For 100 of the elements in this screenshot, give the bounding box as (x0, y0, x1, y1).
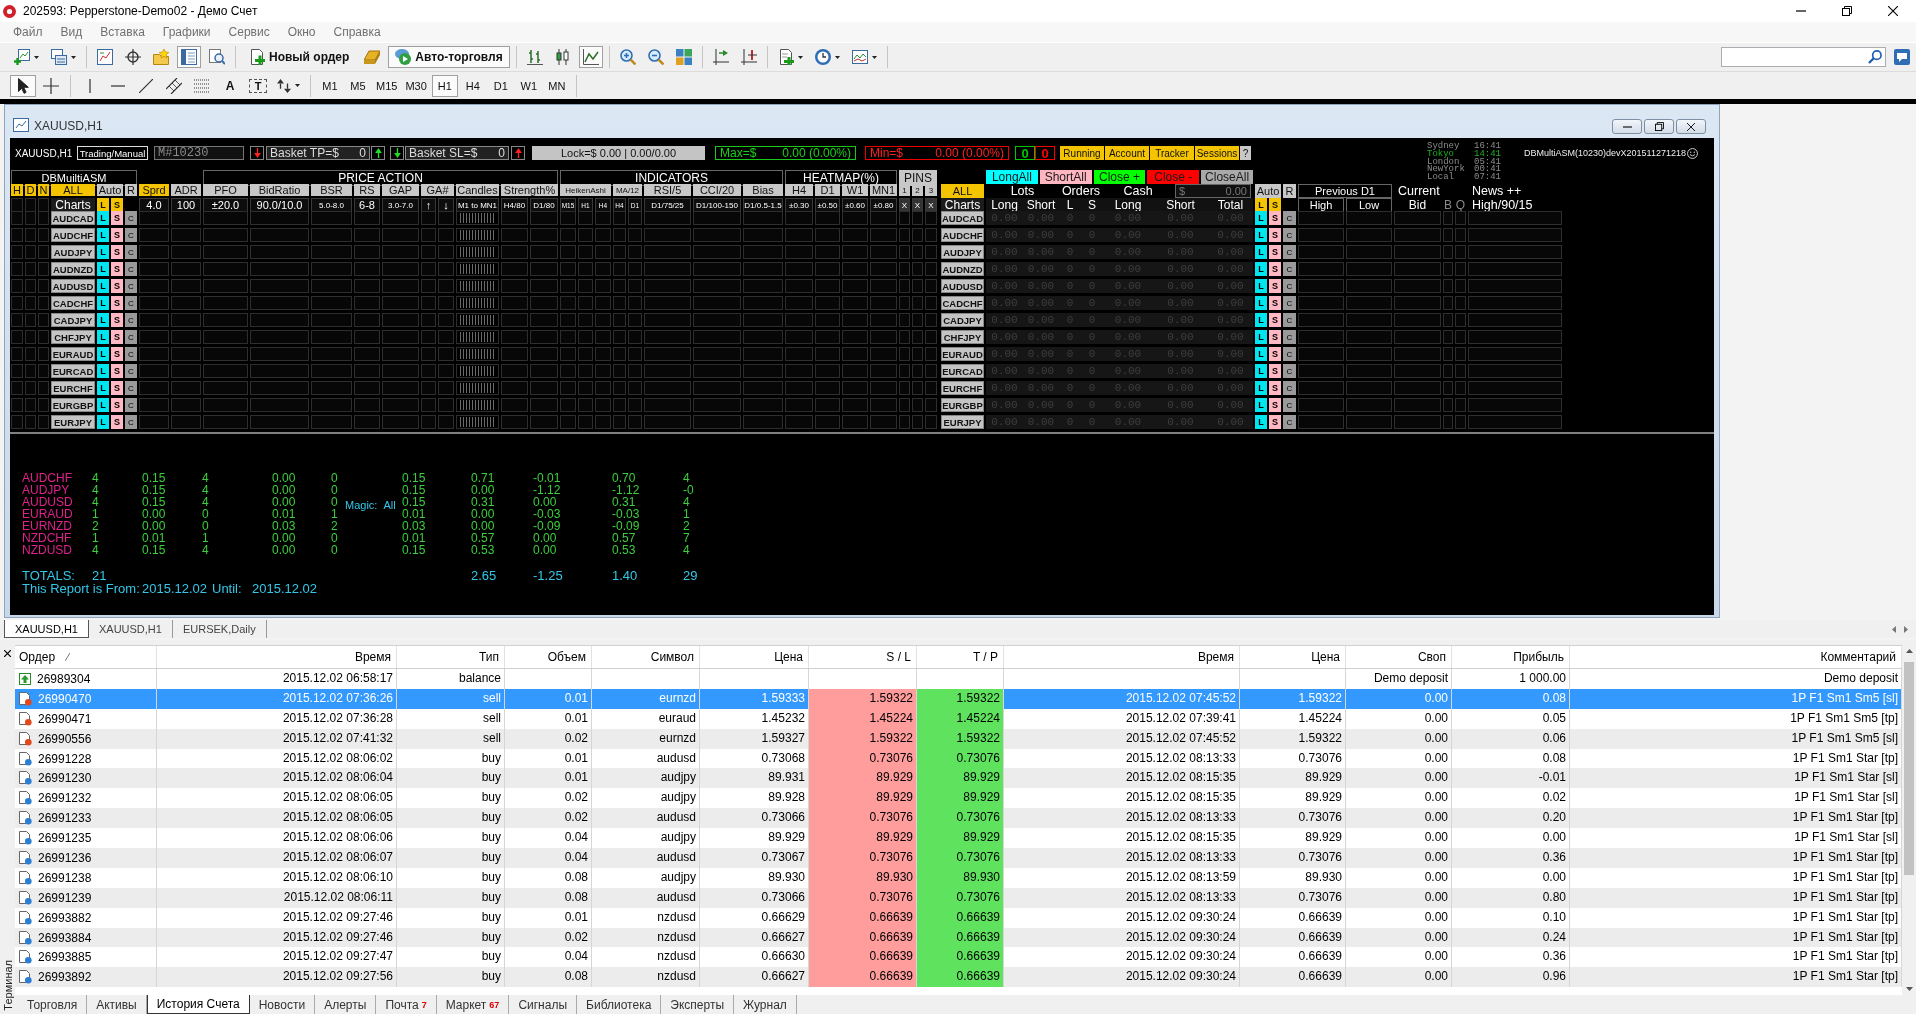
action-button[interactable]: LongAll (986, 170, 1038, 184)
arrow-button[interactable] (390, 146, 404, 160)
filter-button[interactable]: H4 (785, 184, 813, 196)
toolbar-button[interactable]: MN (543, 74, 570, 97)
trade-button[interactable]: S (1269, 398, 1281, 412)
basket-tp-field[interactable]: Basket TP=$ 0 (266, 146, 370, 160)
trade-button[interactable]: L (97, 228, 109, 242)
trade-button[interactable]: L (97, 330, 109, 344)
toolbar-button[interactable]: D1 (487, 74, 514, 97)
trade-button[interactable]: L (1255, 296, 1267, 310)
trade-button[interactable]: C (125, 415, 137, 429)
close-button[interactable] (1676, 119, 1706, 134)
symbol-button[interactable]: CHFJPY (51, 330, 95, 344)
symbol-button[interactable]: EURJPY (941, 415, 984, 429)
column-header[interactable]: S / L (809, 646, 917, 668)
trade-button[interactable]: S (1269, 415, 1281, 429)
trade-button[interactable]: S (111, 415, 123, 429)
action-button[interactable]: Close + (1093, 170, 1146, 184)
filter-button[interactable]: Bias (743, 184, 783, 196)
trade-button[interactable]: L (1255, 245, 1267, 259)
search-field[interactable] (1721, 47, 1886, 67)
symbol-button[interactable]: AUDCHF (51, 228, 95, 242)
menu-item[interactable]: Графики (153, 23, 220, 41)
toggle-button[interactable]: L (1255, 198, 1267, 212)
symbol-button[interactable]: CHFJPY (941, 330, 984, 344)
toolbar-button[interactable]: Новый ордер (242, 46, 357, 68)
trade-button[interactable]: S (1269, 313, 1281, 327)
column-header[interactable]: Время (1004, 646, 1240, 668)
filter-button[interactable]: R (125, 184, 137, 196)
tab[interactable]: Библиотека (577, 995, 662, 1014)
table-row[interactable]: 26990470 2015.12.02 07:36:26 sell 0.01 eurnzd 1.59333 1.59322 1.59322 2015.12.02 07:45:52 1.59322 0.00 0.08 1P F1 Sm1 Sm5 [sl] (15, 688, 1902, 709)
trade-button[interactable]: S (1269, 262, 1281, 276)
chat-button[interactable] (1894, 49, 1910, 65)
filter-button[interactable]: PFO (203, 184, 248, 196)
trade-button[interactable]: C (1283, 364, 1296, 378)
trade-button[interactable]: C (1283, 381, 1296, 395)
trade-button[interactable]: L (97, 415, 109, 429)
menu-item[interactable]: Сервис (219, 23, 279, 41)
symbol-button[interactable]: EURCHF (51, 381, 95, 395)
toggle-button[interactable]: Running (1060, 146, 1104, 160)
symbol-button[interactable]: CADJPY (941, 313, 984, 327)
trade-button[interactable]: L (97, 381, 109, 395)
symbol-button[interactable]: AUDUSD (51, 279, 95, 293)
trade-button[interactable]: S (111, 296, 123, 310)
filter-button[interactable]: Strength% (501, 184, 558, 196)
symbol-button[interactable]: AUDCAD (51, 211, 95, 225)
tab[interactable]: Почта 7 (376, 995, 437, 1014)
trade-button[interactable]: S (111, 330, 123, 344)
trade-button[interactable]: S (111, 279, 123, 293)
toolbar-button[interactable] (578, 46, 603, 68)
trade-button[interactable]: L (97, 398, 109, 412)
scrollbar-thumb[interactable] (1904, 662, 1914, 875)
mode-button[interactable]: Trading/Manual (77, 146, 148, 160)
column-header[interactable]: T / P (917, 646, 1004, 668)
action-button[interactable]: ShortAll (1039, 170, 1092, 184)
symbol-button[interactable]: AUDNZD (941, 262, 984, 276)
filter-button[interactable]: ALL (51, 184, 95, 196)
trade-button[interactable]: S (111, 364, 123, 378)
trade-button[interactable]: S (111, 211, 123, 225)
menu-item[interactable]: Вид (51, 23, 92, 41)
trade-button[interactable]: L (1255, 381, 1267, 395)
symbol-button[interactable]: AUDCHF (941, 228, 984, 242)
action-button[interactable]: CloseAll (1201, 170, 1253, 184)
filter-button[interactable]: Candles (456, 184, 499, 196)
column-header[interactable]: Своп (1346, 646, 1452, 668)
column-header[interactable]: Ордер (19, 650, 56, 664)
trade-button[interactable]: S (111, 398, 123, 412)
filter-button[interactable]: BidRatio (250, 184, 309, 196)
trade-button[interactable]: L (97, 313, 109, 327)
trade-button[interactable]: C (125, 347, 137, 361)
trade-button[interactable]: L (97, 245, 109, 259)
trade-button[interactable]: S (1269, 330, 1281, 344)
toolbar-button[interactable]: Авто-торговля (388, 46, 510, 68)
filter-button[interactable]: R (1283, 184, 1296, 198)
filter-button[interactable]: Sprd (139, 184, 169, 196)
filter-button[interactable]: 3 (925, 184, 937, 196)
trade-button[interactable]: C (125, 330, 137, 344)
filter-button[interactable]: CCI/20 (693, 184, 741, 196)
trade-button[interactable]: L (1255, 398, 1267, 412)
arrow-button[interactable] (511, 146, 525, 160)
table-row[interactable]: 26989304 2015.12.02 06:58:17 balance Demo deposit 1 000.00 Demo deposit (15, 669, 1902, 689)
trade-button[interactable]: C (125, 398, 137, 412)
trade-button[interactable]: L (1255, 313, 1267, 327)
trade-button[interactable]: C (125, 245, 137, 259)
trade-button[interactable]: L (97, 347, 109, 361)
trade-button[interactable]: C (1283, 398, 1296, 412)
symbol-button[interactable]: AUDJPY (941, 245, 984, 259)
trade-button[interactable]: C (1283, 228, 1296, 242)
trade-button[interactable]: L (1255, 279, 1267, 293)
symbol-button[interactable]: CADCHF (941, 296, 984, 310)
toolbar-button[interactable]: M1 (317, 74, 343, 97)
column-header[interactable]: Объем (505, 646, 592, 668)
symbol-button[interactable]: EURCHF (941, 381, 984, 395)
trade-button[interactable]: L (1255, 347, 1267, 361)
trade-button[interactable]: L (1255, 364, 1267, 378)
filter-button[interactable]: HeikenAshi (560, 184, 611, 196)
tab[interactable]: Активы (87, 995, 147, 1014)
table-row[interactable]: 26991238 2015.12.02 08:06:10 buy 0.08 audjpy 89.930 89.930 89.930 2015.12.02 08:13:59 89.930 0.00 0.00 1P F1 Sm1 Star [tp] (15, 867, 1902, 888)
tab[interactable]: Алерты (315, 995, 377, 1014)
column-header[interactable]: Тип (397, 646, 505, 668)
